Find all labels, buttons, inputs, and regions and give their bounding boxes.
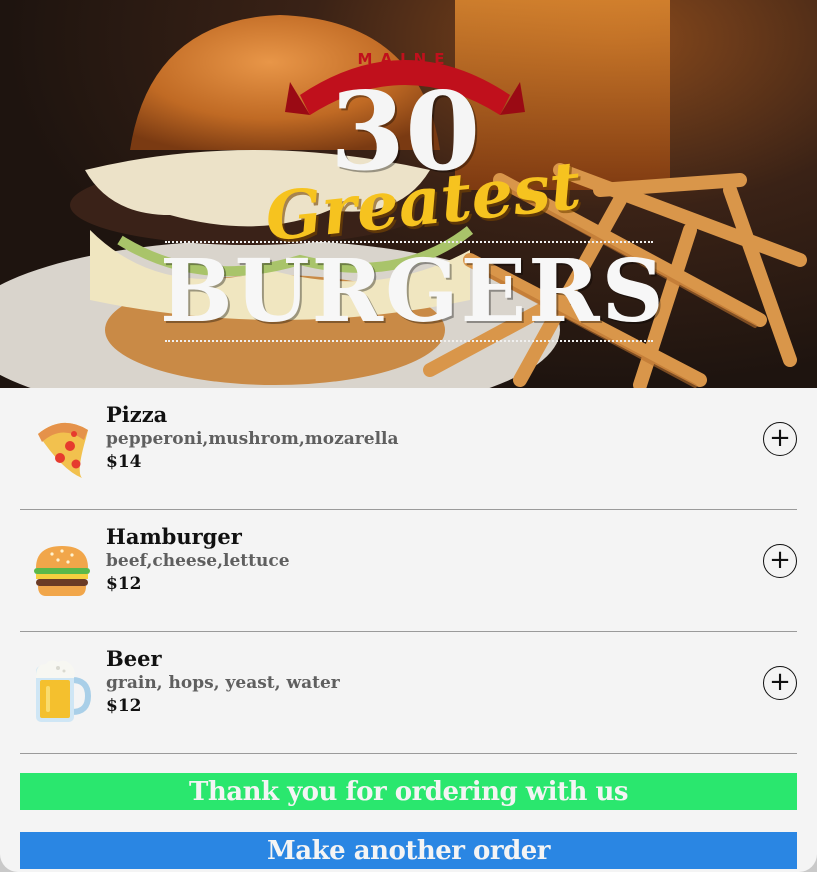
- app-page: MAINE 30 Greatest BURGERS Pizza pepperon…: [0, 0, 817, 872]
- menu-item-description: grain, hops, yeast, water: [106, 673, 340, 693]
- menu-item-text: Beer grain, hops, yeast, water $12: [106, 646, 340, 719]
- menu-item-name: Hamburger: [106, 524, 242, 549]
- menu-item-hamburger: Hamburger beef,cheese,lettuce $12 +: [20, 510, 797, 632]
- menu-item-price: $12: [106, 574, 142, 594]
- add-hamburger-button[interactable]: +: [763, 544, 797, 578]
- menu-item-pizza: Pizza pepperoni,mushrom,mozarella $14 +: [20, 388, 797, 510]
- title-main: BURGERS: [160, 241, 666, 342]
- hero-banner: MAINE 30 Greatest BURGERS: [0, 0, 817, 388]
- menu-item-text: Hamburger beef,cheese,lettuce $12: [106, 524, 290, 597]
- hero-title: MAINE 30 Greatest BURGERS: [0, 0, 817, 388]
- title-divider: [165, 340, 653, 342]
- add-beer-button[interactable]: +: [763, 666, 797, 700]
- thank-you-message: Thank you for ordering with us: [20, 773, 797, 810]
- menu-item-price: $12: [106, 696, 142, 716]
- menu-item-description: beef,cheese,lettuce: [106, 551, 290, 571]
- pizza-icon: [38, 422, 88, 478]
- menu-item-name: Pizza: [106, 402, 168, 427]
- menu-list: Pizza pepperoni,mushrom,mozarella $14 +: [20, 388, 797, 754]
- beer-icon: [36, 660, 92, 722]
- make-another-order-button[interactable]: Make another order: [20, 832, 797, 869]
- hamburger-icon: [34, 546, 90, 596]
- menu-item-text: Pizza pepperoni,mushrom,mozarella $14: [106, 402, 399, 475]
- plus-icon: +: [769, 423, 791, 453]
- menu-item-description: pepperoni,mushrom,mozarella: [106, 429, 399, 449]
- menu-item-name: Beer: [106, 646, 162, 671]
- add-pizza-button[interactable]: +: [763, 422, 797, 456]
- ribbon-text: MAINE: [357, 50, 453, 68]
- menu-item-price: $14: [106, 452, 142, 472]
- menu-item-beer: Beer grain, hops, yeast, water $12 +: [20, 632, 797, 754]
- plus-icon: +: [769, 545, 791, 575]
- plus-icon: +: [769, 667, 791, 697]
